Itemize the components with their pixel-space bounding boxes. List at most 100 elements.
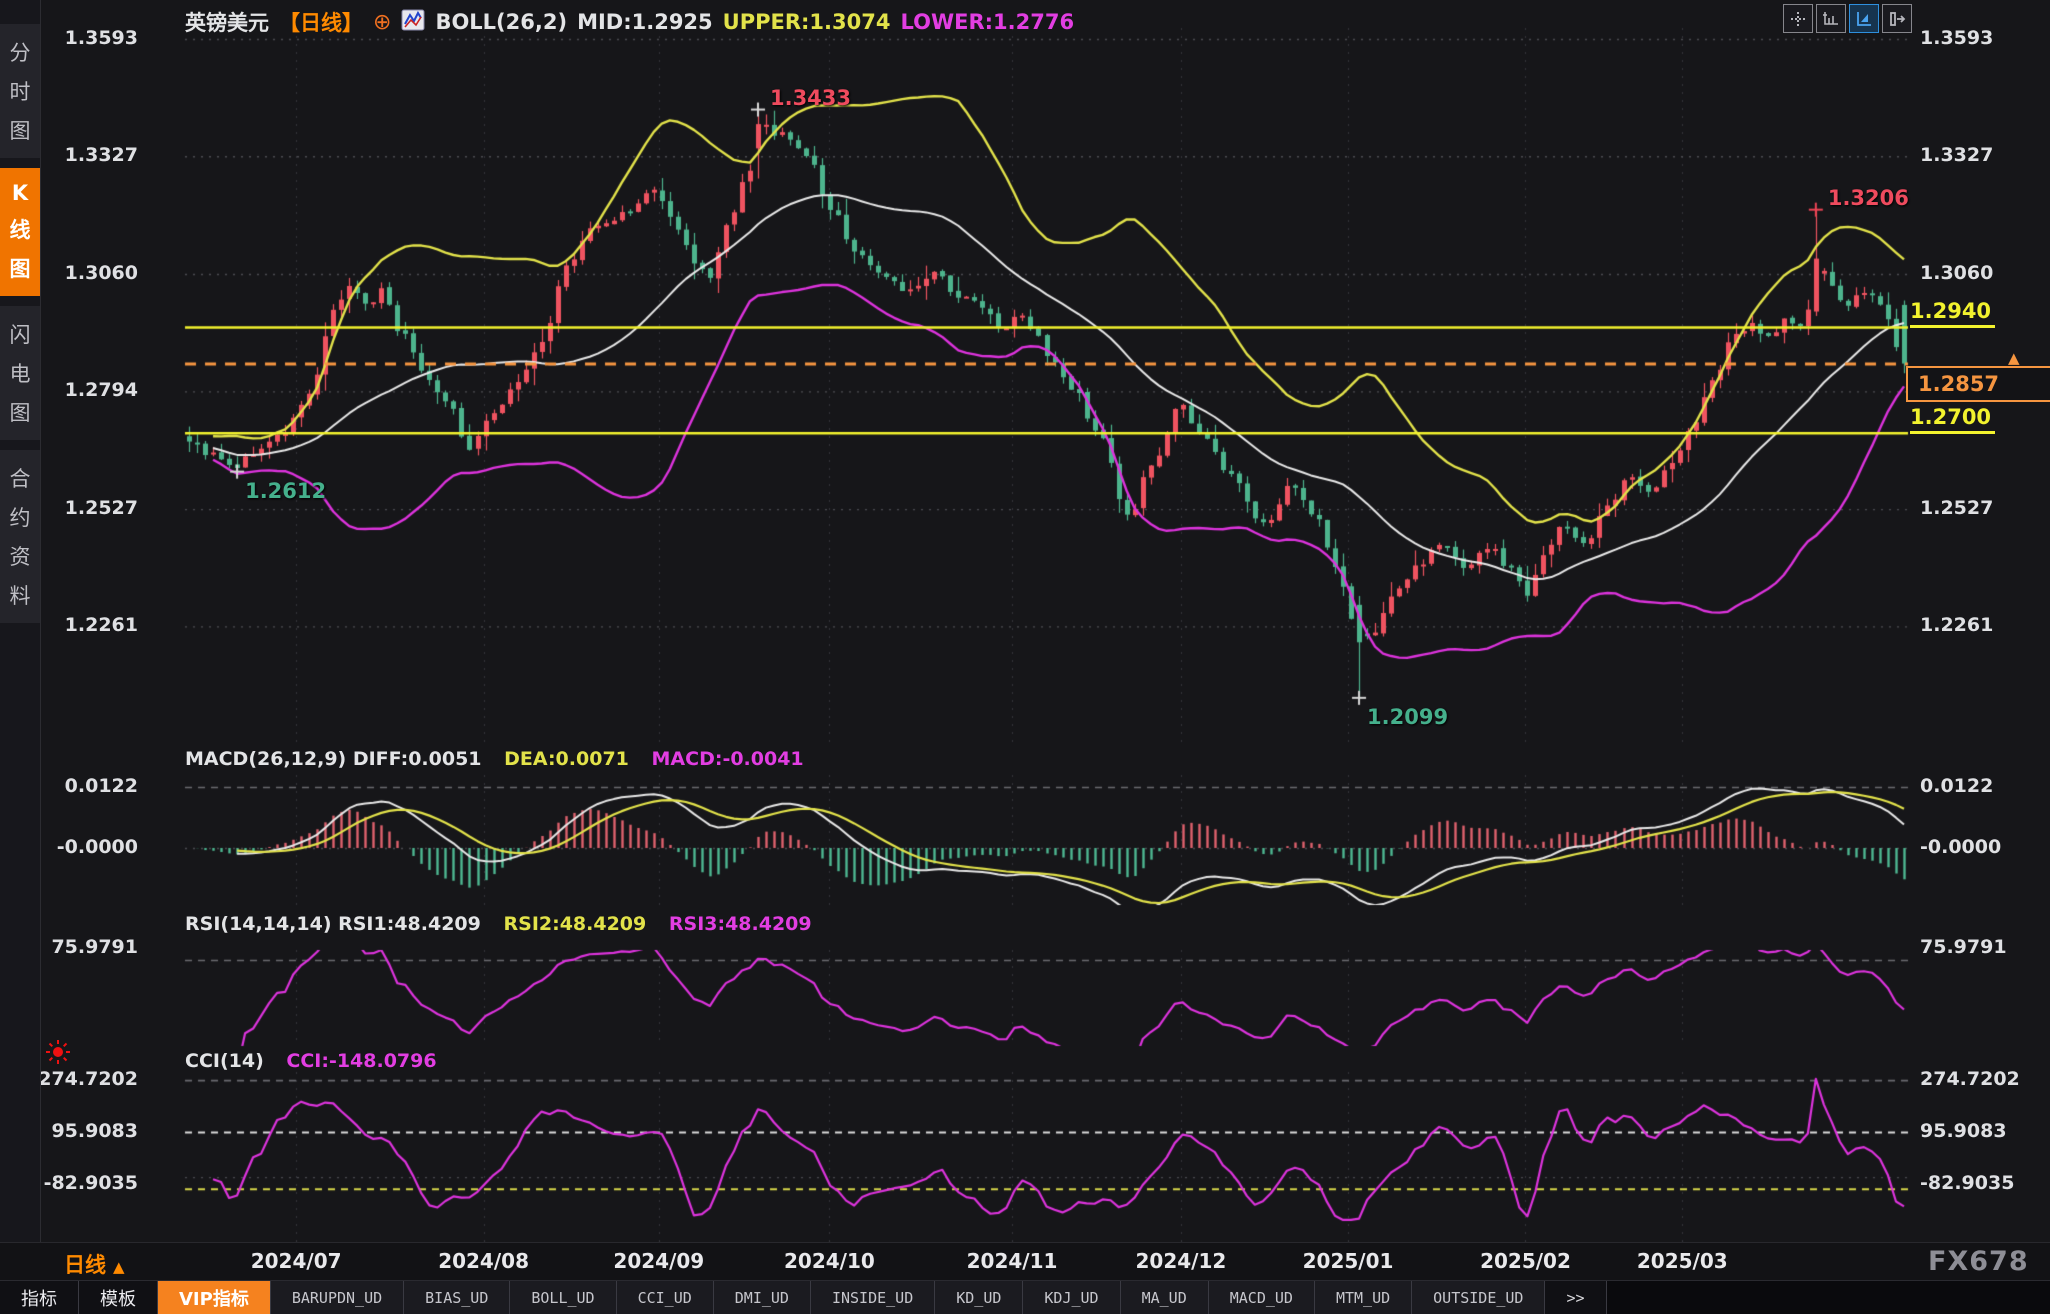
sidebar-item-char: K [12, 181, 28, 205]
cci-panel-legend: CCI(14) CCI:-148.0796 [185, 1050, 453, 1072]
macd-panel-legend: MACD(26,12,9) DIFF:0.0051 DEA:0.0071 MAC… [185, 748, 820, 770]
sidebar-item-1[interactable]: K线图 [0, 168, 40, 296]
tab-macd_ud[interactable]: MACD_UD [1209, 1281, 1315, 1314]
boll-params-label: BOLL(26,2) [435, 10, 567, 34]
rsi-y-tick-right: 75.9791 [1920, 936, 2007, 958]
sidebar-item-0[interactable]: 分时图 [0, 24, 40, 158]
indicator-logo-icon [401, 8, 425, 37]
x-tick-label: 2025/02 [1455, 1249, 1595, 1273]
main-y-tick-left: 1.3593 [28, 27, 138, 49]
add-compare-icon[interactable]: ⊕ [373, 10, 391, 35]
cci-y-tick-left: 95.9083 [28, 1120, 138, 1142]
macd-y-tick-right: -0.0000 [1920, 836, 2001, 858]
time-axis-row: 日线▲ 2024/07 2024/08 2024/09 2024/10 2024/11 2… [0, 1242, 2050, 1281]
price-annotation-1.2099: 1.2099 [1367, 705, 1448, 729]
price-chart-canvas[interactable] [0, 0, 2050, 1314]
tab-cci_ud[interactable]: CCI_UD [617, 1281, 714, 1314]
tab-dmi_ud[interactable]: DMI_UD [714, 1281, 811, 1314]
sidebar-item-char: 约 [10, 502, 31, 532]
price-up-arrow-icon: ▲ [2008, 349, 2020, 367]
pan-crosshair-icon[interactable] [1783, 4, 1813, 33]
rsi3-label: RSI3:48.4209 [669, 913, 812, 935]
cci-value-label: CCI:-148.0796 [286, 1050, 436, 1072]
period-tag: 【日线】 [279, 7, 363, 37]
price-annotation-1.3433: 1.3433 [770, 86, 851, 110]
cci-y-tick-right: 274.7202 [1920, 1068, 2020, 1090]
sidebar-item-2[interactable]: 闪电图 [0, 306, 40, 440]
cci-y-tick-left: -82.9035 [28, 1172, 138, 1194]
tab-vip[interactable]: VIP指标 [158, 1281, 271, 1314]
cci-params-label: CCI(14) [185, 1050, 264, 1072]
main-y-tick-right: 1.3327 [1920, 144, 1993, 166]
sidebar-item-3[interactable]: 合约资料 [0, 450, 40, 623]
watermark: FX678 [1928, 1246, 2029, 1277]
x-tick-label: 2024/07 [226, 1249, 366, 1273]
tab-ma_ud[interactable]: MA_UD [1121, 1281, 1209, 1314]
tab->>[interactable]: >> [1545, 1281, 1606, 1314]
bar-shift-icon[interactable] [1882, 4, 1912, 33]
chart-application: 分时图 K线图闪电图合约资料 英镑美元 【日线】 ⊕ BOLL(26,2) MID… [0, 0, 2050, 1314]
cci-y-tick-left: 274.7202 [28, 1068, 138, 1090]
auto-scale-icon[interactable] [1849, 4, 1879, 33]
sidebar-item-char: 资 [10, 541, 31, 571]
tab-barupdn_ud[interactable]: BARUPDN_UD [271, 1281, 404, 1314]
sidebar-item-char: 闪 [10, 319, 31, 349]
tab-kdj_ud[interactable]: KDJ_UD [1023, 1281, 1120, 1314]
last-price-badge: 1.2857 [1906, 366, 2050, 402]
macd-y-tick-left: 0.0122 [28, 775, 138, 797]
boll-lower-label: LOWER:1.2776 [900, 10, 1074, 34]
x-tick-label: 2024/09 [589, 1249, 729, 1273]
boll-upper-label: UPPER:1.3074 [723, 10, 891, 34]
tab-inside_ud[interactable]: INSIDE_UD [811, 1281, 935, 1314]
sidebar-item-char: 时 [10, 76, 31, 106]
cci-y-tick-right: 95.9083 [1920, 1120, 2007, 1142]
rsi1-label: RSI(14,14,14) RSI1:48.4209 [185, 913, 481, 935]
macd-y-tick-left: -0.0000 [28, 836, 138, 858]
chart-toolbar [1783, 4, 1912, 33]
main-y-tick-right: 1.2527 [1920, 497, 1993, 519]
tab-[interactable]: 指标 [0, 1281, 79, 1314]
x-tick-label: 2024/12 [1111, 1249, 1251, 1273]
hline-label: 1.2700 [1910, 405, 1995, 434]
main-y-tick-left: 1.3327 [28, 144, 138, 166]
x-tick-label: 2025/03 [1612, 1249, 1752, 1273]
sidebar-item-char: 合 [10, 463, 31, 493]
tab-mtm_ud[interactable]: MTM_UD [1315, 1281, 1412, 1314]
sidebar-item-char: 图 [10, 115, 31, 145]
main-y-tick-right: 1.2261 [1920, 614, 1993, 636]
chart-header: 英镑美元 【日线】 ⊕ BOLL(26,2) MID:1.2925 UPPER:… [185, 7, 1084, 37]
instrument-name: 英镑美元 [185, 7, 269, 37]
macd-dea-label: DEA:0.0071 [504, 748, 629, 770]
macd-y-tick-right: 0.0122 [1920, 775, 1993, 797]
main-y-tick-left: 1.2527 [28, 497, 138, 519]
axis-scale-icon[interactable] [1816, 4, 1846, 33]
period-selector[interactable]: 日线▲ [64, 1249, 125, 1279]
x-tick-label: 2024/10 [759, 1249, 899, 1273]
rsi-y-tick-left: 75.9791 [28, 936, 138, 958]
indicator-tab-bar: 指标模板VIP指标BARUPDN_UDBIAS_UDBOLL_UDCCI_UDD… [0, 1280, 2050, 1314]
macd-diff-label: MACD(26,12,9) DIFF:0.0051 [185, 748, 482, 770]
x-tick-label: 2024/11 [942, 1249, 1082, 1273]
macd-value-label: MACD:-0.0041 [652, 748, 804, 770]
tab-outside_ud[interactable]: OUTSIDE_UD [1412, 1281, 1545, 1314]
tab-boll_ud[interactable]: BOLL_UD [510, 1281, 616, 1314]
sidebar-item-char: 图 [10, 397, 31, 427]
price-annotation-1.3206: 1.3206 [1828, 186, 1909, 210]
period-dropdown-icon[interactable]: ▲ [113, 1258, 125, 1276]
main-y-tick-right: 1.3593 [1920, 27, 1993, 49]
main-y-tick-left: 1.2794 [28, 379, 138, 401]
price-annotation-1.2612: 1.2612 [245, 479, 326, 503]
boll-mid-label: MID:1.2925 [577, 10, 713, 34]
main-y-tick-left: 1.2261 [28, 614, 138, 636]
x-tick-label: 2024/08 [414, 1249, 554, 1273]
rsi2-label: RSI2:48.4209 [504, 913, 647, 935]
x-tick-label: 2025/01 [1278, 1249, 1418, 1273]
cci-y-tick-right: -82.9035 [1920, 1172, 2014, 1194]
tab-bias_ud[interactable]: BIAS_UD [404, 1281, 510, 1314]
tab-kd_ud[interactable]: KD_UD [935, 1281, 1023, 1314]
left-sidebar: 分时图 K线图闪电图合约资料 [0, 0, 41, 1242]
alert-blink-icon[interactable] [44, 1038, 72, 1070]
main-y-tick-left: 1.3060 [28, 262, 138, 284]
rsi-panel-legend: RSI(14,14,14) RSI1:48.4209 RSI2:48.4209 … [185, 913, 828, 935]
tab-[interactable]: 模板 [79, 1281, 158, 1314]
